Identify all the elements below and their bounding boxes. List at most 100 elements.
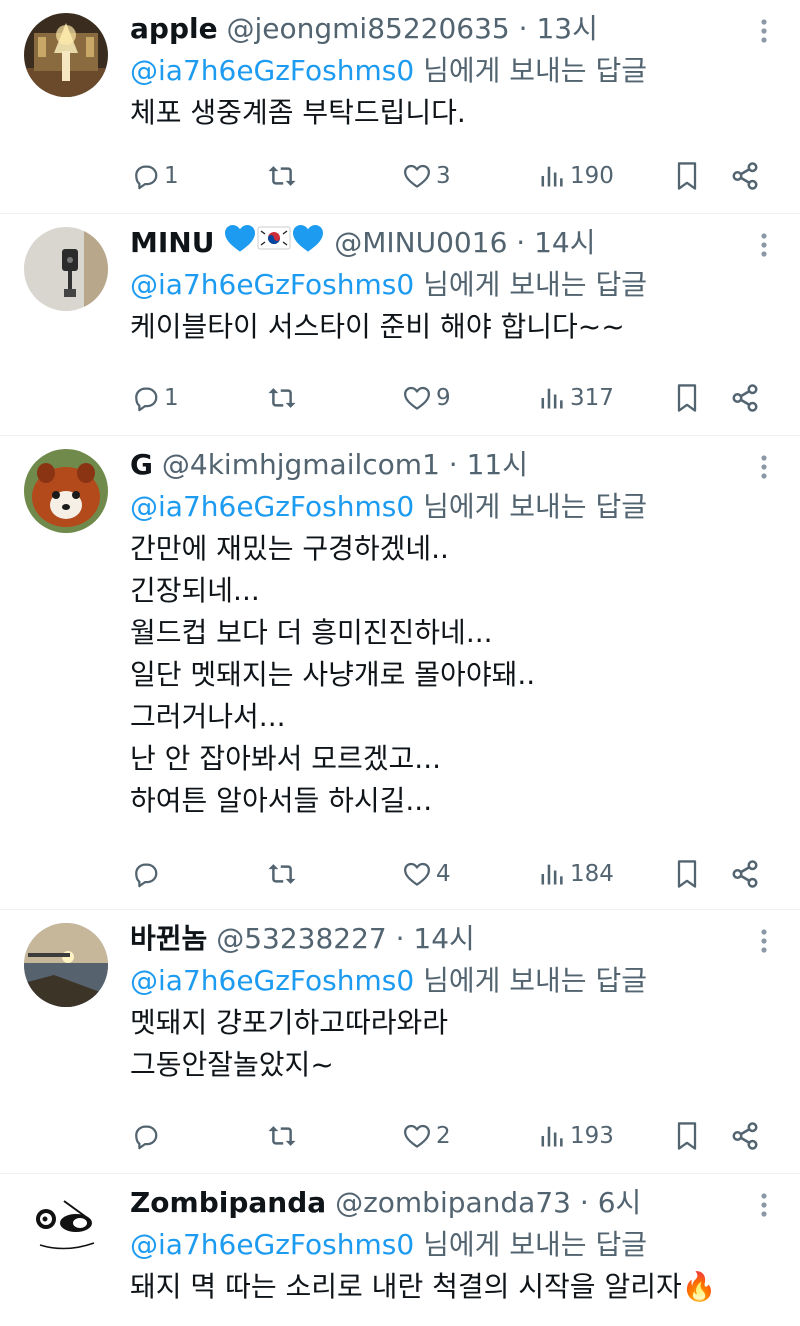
views-count: 317 xyxy=(570,385,614,411)
like-button[interactable]: 3 xyxy=(402,156,451,196)
share-button[interactable] xyxy=(730,156,760,196)
action-bar: 4 184 xyxy=(130,854,770,894)
share-icon xyxy=(732,860,758,888)
like-icon xyxy=(404,386,430,410)
reply-context-label: 님에게 보내는 답글 xyxy=(423,268,647,301)
tweet[interactable]: 바뀐놈 @53238227 · 14시 @ia7h6eGzFoshms0 님에게… xyxy=(0,910,800,1174)
retweet-icon xyxy=(268,166,296,186)
reply-icon xyxy=(135,387,158,412)
display-name[interactable]: apple xyxy=(130,12,218,45)
display-name[interactable]: 바뀐놈 xyxy=(130,922,207,955)
share-button[interactable] xyxy=(730,378,760,418)
retweet-icon xyxy=(268,864,296,884)
tweet-text-line: 월드컵 보다 더 흥미진진하네... xyxy=(130,616,493,649)
bookmark-button[interactable] xyxy=(673,378,701,418)
timestamp[interactable]: 13시 xyxy=(536,12,597,45)
tweet-text-line: 그러거나서... xyxy=(130,700,286,733)
user-handle[interactable]: @MINU0016 xyxy=(334,226,507,259)
tweet-text-line: 멧돼지 걍포기하고따라와라 xyxy=(130,1006,449,1039)
like-count: 2 xyxy=(436,1123,451,1149)
tweet-text: 간만에 재밌는 구경하겠네.. 긴장되네... 월드컵 보다 더 흥미진진하네.… xyxy=(130,528,740,822)
tweet-text-line: 간만에 재밌는 구경하겠네.. xyxy=(130,532,449,565)
like-count: 4 xyxy=(436,861,451,887)
avatar[interactable] xyxy=(24,227,108,311)
mention-link[interactable]: @ia7h6eGzFoshms0 xyxy=(130,1228,414,1261)
tweet-header: MINU @MINU0016 · 14시 xyxy=(130,222,740,264)
reply-icon xyxy=(135,1125,158,1150)
views-button[interactable]: 190 xyxy=(538,156,614,196)
views-button[interactable]: 184 xyxy=(538,854,614,894)
reply-context: @ia7h6eGzFoshms0 님에게 보내는 답글 xyxy=(130,1224,740,1266)
tweet-text-line: 체포 생중계좀 부탁드립니다. xyxy=(130,96,466,129)
tweet-header: 바뀐놈 @53238227 · 14시 xyxy=(130,918,740,960)
views-button[interactable]: 317 xyxy=(538,378,614,418)
tweet[interactable]: apple @jeongmi85220635 · 13시 @ia7h6eGzFo… xyxy=(0,0,800,214)
bookmark-button[interactable] xyxy=(673,854,701,894)
reply-icon xyxy=(135,165,158,190)
retweet-button[interactable] xyxy=(266,156,302,196)
like-button[interactable]: 4 xyxy=(402,854,451,894)
bookmark-icon xyxy=(677,162,697,190)
timestamp[interactable]: 11시 xyxy=(467,448,528,481)
like-button[interactable]: 9 xyxy=(402,378,451,418)
views-count: 184 xyxy=(570,861,614,887)
tweet-header: Zombipanda @zombipanda73 · 6시 xyxy=(130,1182,740,1224)
user-handle[interactable]: @53238227 xyxy=(216,922,387,955)
like-icon xyxy=(404,1124,430,1148)
south-korea-flag-icon xyxy=(257,223,291,264)
timestamp[interactable]: 6시 xyxy=(598,1186,642,1219)
separator-dot: · xyxy=(579,1186,589,1219)
bookmark-button[interactable] xyxy=(673,156,701,196)
user-handle[interactable]: @jeongmi85220635 xyxy=(226,12,509,45)
more-icon[interactable] xyxy=(760,928,768,954)
reply-button[interactable]: 1 xyxy=(130,378,179,418)
bookmark-button[interactable] xyxy=(673,1116,701,1156)
avatar[interactable] xyxy=(24,13,108,97)
mention-link[interactable]: @ia7h6eGzFoshms0 xyxy=(130,54,414,87)
user-handle[interactable]: @4kimhjgmailcom1 xyxy=(162,448,440,481)
views-button[interactable]: 193 xyxy=(538,1116,614,1156)
like-button[interactable]: 2 xyxy=(402,1116,451,1156)
separator-dot: · xyxy=(448,448,458,481)
tweet-text-line: 돼지 멱 따는 소리로 내란 척결의 시작을 알리자🔥 xyxy=(130,1270,717,1303)
like-count: 3 xyxy=(436,163,451,189)
mention-link[interactable]: @ia7h6eGzFoshms0 xyxy=(130,268,414,301)
more-icon[interactable] xyxy=(760,1192,768,1218)
mention-link[interactable]: @ia7h6eGzFoshms0 xyxy=(130,490,414,523)
reply-context-label: 님에게 보내는 답글 xyxy=(423,54,647,87)
reply-context-label: 님에게 보내는 답글 xyxy=(423,490,647,523)
timestamp[interactable]: 14시 xyxy=(534,226,595,259)
reply-count: 1 xyxy=(164,385,179,411)
tweet[interactable]: Zombipanda @zombipanda73 · 6시 @ia7h6eGzF… xyxy=(0,1174,800,1326)
share-button[interactable] xyxy=(730,854,760,894)
avatar[interactable] xyxy=(24,1187,108,1271)
avatar[interactable] xyxy=(24,923,108,1007)
share-button[interactable] xyxy=(730,1116,760,1156)
more-icon[interactable] xyxy=(760,454,768,480)
tweet[interactable]: MINU @MINU0016 · 14시 @ia7h6eGzFoshms0 님에… xyxy=(0,214,800,436)
reply-button[interactable]: 1 xyxy=(130,156,179,196)
reply-button[interactable] xyxy=(130,854,164,894)
display-name[interactable]: Zombipanda xyxy=(130,1186,326,1219)
display-name[interactable]: G xyxy=(130,448,153,481)
mention-link[interactable]: @ia7h6eGzFoshms0 xyxy=(130,964,414,997)
timestamp[interactable]: 14시 xyxy=(413,922,474,955)
tweet-header: G @4kimhjgmailcom1 · 11시 xyxy=(130,444,740,486)
tweet-text-line: 긴장되네... xyxy=(130,574,260,607)
more-icon[interactable] xyxy=(760,18,768,44)
retweet-button[interactable] xyxy=(266,854,302,894)
tweet[interactable]: G @4kimhjgmailcom1 · 11시 @ia7h6eGzFoshms… xyxy=(0,436,800,910)
share-icon xyxy=(732,1122,758,1150)
reply-context: @ia7h6eGzFoshms0 님에게 보내는 답글 xyxy=(130,960,740,1002)
tweet-text: 돼지 멱 따는 소리로 내란 척결의 시작을 알리자🔥 xyxy=(130,1266,740,1308)
avatar[interactable] xyxy=(24,449,108,533)
user-handle[interactable]: @zombipanda73 xyxy=(335,1186,571,1219)
share-icon xyxy=(732,384,758,412)
display-name[interactable]: MINU xyxy=(130,226,214,259)
reply-context: @ia7h6eGzFoshms0 님에게 보내는 답글 xyxy=(130,264,740,306)
reply-button[interactable] xyxy=(130,1116,164,1156)
retweet-button[interactable] xyxy=(266,378,302,418)
blue-heart-icon xyxy=(223,223,257,264)
more-icon[interactable] xyxy=(760,232,768,258)
retweet-button[interactable] xyxy=(266,1116,302,1156)
